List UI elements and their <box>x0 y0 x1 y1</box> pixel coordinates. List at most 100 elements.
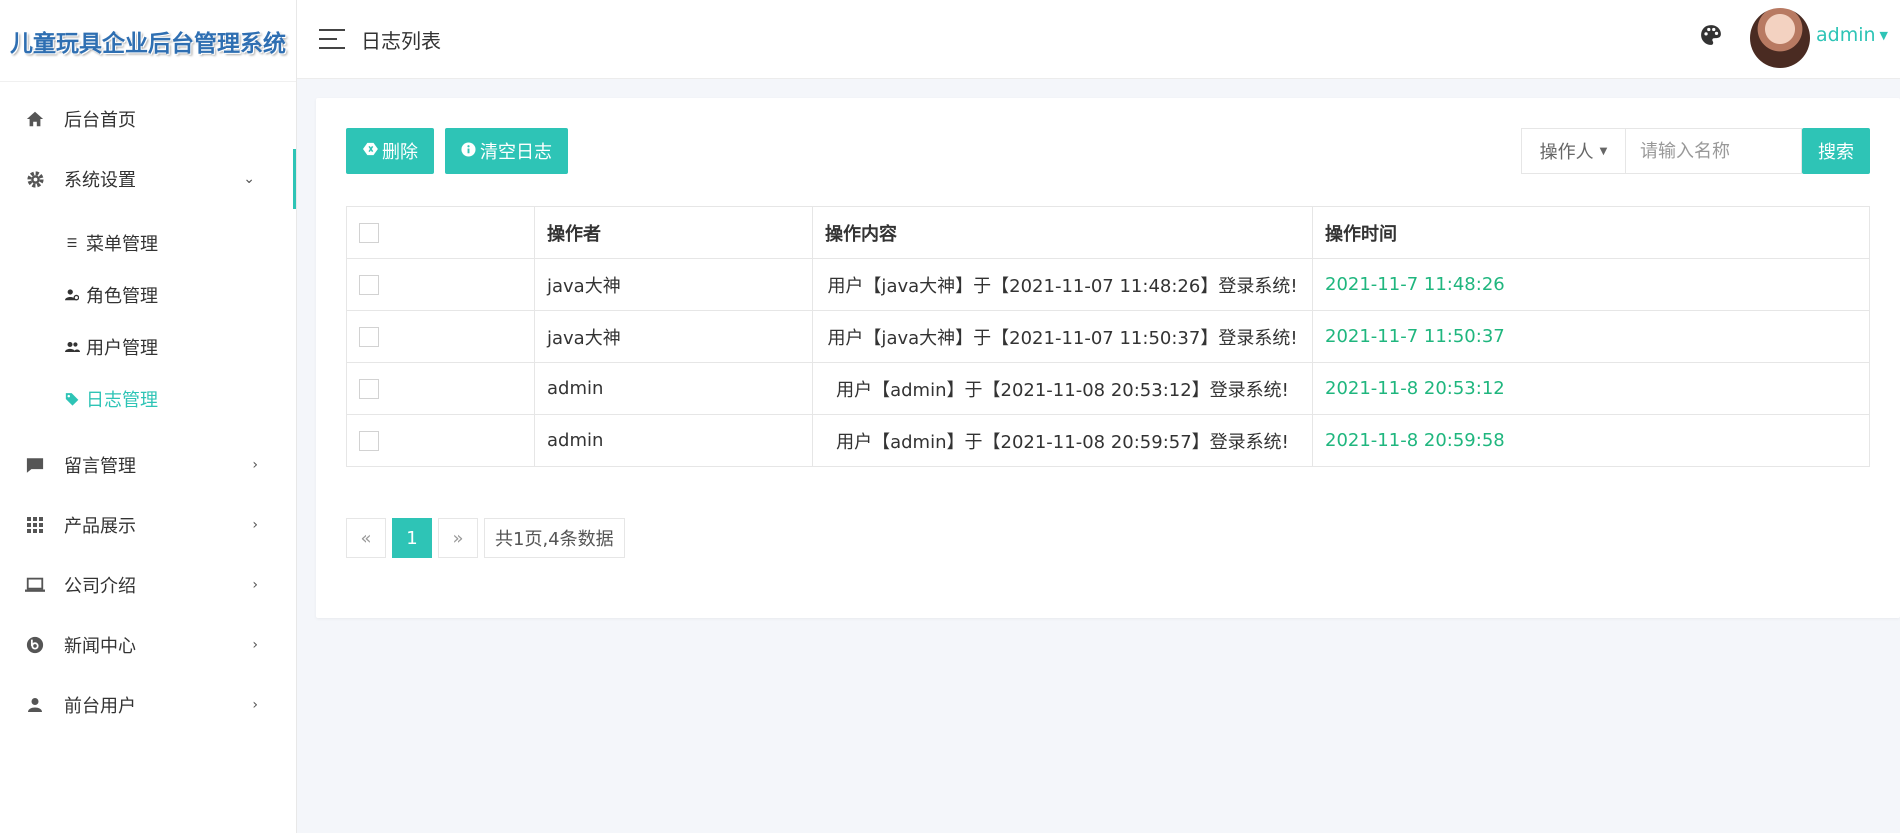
select-all-cell <box>346 206 535 259</box>
sidebar-item-label: 日志管理 <box>86 390 158 411</box>
content-cell: 用户【admin】于【2021-11-08 20:59:57】登录系统! <box>812 414 1313 467</box>
sidebar-item-messages[interactable]: 留言管理 › <box>0 435 296 495</box>
sidebar-item-label: 公司介绍 <box>64 576 136 597</box>
top-header: 日志列表 admin ▼ <box>297 0 1900 79</box>
sidebar-item-front-users[interactable]: 前台用户 › <box>0 675 296 735</box>
operator-cell: admin <box>534 414 813 467</box>
list-icon: ☰ <box>66 236 78 250</box>
palette-icon[interactable] <box>1700 24 1722 52</box>
time-cell: 2021-11-8 20:53:12 <box>1312 362 1870 415</box>
next-page-button[interactable]: » <box>438 518 478 558</box>
chevron-right-icon: › <box>252 577 258 593</box>
row-select-cell <box>346 362 535 415</box>
search-input[interactable] <box>1625 128 1802 174</box>
sidebar-item-system-settings[interactable]: 系统设置 ⌄ <box>0 149 296 209</box>
beats-icon <box>24 634 46 656</box>
prev-page-button[interactable]: « <box>346 518 386 558</box>
caret-down-icon: ▼ <box>1599 145 1608 157</box>
home-icon <box>24 108 46 130</box>
sidebar-item-label: 系统设置 <box>64 170 136 191</box>
grid-icon <box>24 514 46 536</box>
table-row: java大神 用户【java大神】于【2021-11-07 11:48:26】登… <box>346 258 1870 311</box>
row-checkbox[interactable] <box>359 431 379 451</box>
chevron-right-icon: › <box>252 457 258 473</box>
row-select-cell <box>346 414 535 467</box>
users-icon <box>64 340 80 354</box>
search-field-select[interactable]: 操作人 ▼ <box>1521 128 1625 174</box>
clear-log-button[interactable]: 清空日志 <box>445 128 568 174</box>
row-checkbox[interactable] <box>359 379 379 399</box>
menu-toggle-icon[interactable] <box>319 29 345 49</box>
row-select-cell <box>346 310 535 363</box>
sidebar-item-role-management[interactable]: 角色管理 <box>0 269 296 321</box>
search-field-label: 操作人 <box>1539 142 1594 163</box>
sidebar-item-products[interactable]: 产品展示 › <box>0 495 296 555</box>
sidebar-item-label: 新闻中心 <box>64 636 136 657</box>
operator-cell: java大神 <box>534 310 813 363</box>
operator-cell: java大神 <box>534 258 813 311</box>
column-header-content: 操作内容 <box>812 206 1313 259</box>
log-table: 操作者 操作内容 操作时间 java大神 用户【java大神】于【2021-11… <box>346 206 1870 467</box>
app-title: 儿童玩具企业后台管理系统 <box>10 29 286 57</box>
pagination: « 1 » 共1页,4条数据 <box>346 518 625 558</box>
laptop-icon <box>24 574 46 596</box>
page-title: 日志列表 <box>361 28 441 53</box>
sidebar-item-label: 菜单管理 <box>86 234 158 255</box>
column-header-time: 操作时间 <box>1312 206 1870 259</box>
sidebar-item-log-management[interactable]: 日志管理 <box>0 373 296 425</box>
time-cell: 2021-11-7 11:50:37 <box>1312 310 1870 363</box>
sidebar-menu: 后台首页 系统设置 ⌄ <box>0 82 296 209</box>
user-menu[interactable]: admin ▼ <box>1816 24 1888 46</box>
user-icon <box>24 694 46 716</box>
sidebar-item-company[interactable]: 公司介绍 › <box>0 555 296 615</box>
chevron-right-icon: › <box>252 517 258 533</box>
table-header-row: 操作者 操作内容 操作时间 <box>346 206 1870 259</box>
table-row: java大神 用户【java大神】于【2021-11-07 11:50:37】登… <box>346 310 1870 363</box>
logo[interactable]: 儿童玩具企业后台管理系统 <box>0 0 296 82</box>
toolbar: 删除 清空日志 <box>346 128 568 174</box>
sidebar-item-label: 产品展示 <box>64 516 136 537</box>
table-row: admin 用户【admin】于【2021-11-08 20:53:12】登录系… <box>346 362 1870 415</box>
time-cell: 2021-11-7 11:48:26 <box>1312 258 1870 311</box>
delete-button[interactable]: 删除 <box>346 128 434 174</box>
time-cell: 2021-11-8 20:59:58 <box>1312 414 1870 467</box>
sidebar-item-user-management[interactable]: 用户管理 <box>0 321 296 373</box>
content-cell: 用户【java大神】于【2021-11-07 11:50:37】登录系统! <box>812 310 1313 363</box>
row-checkbox[interactable] <box>359 275 379 295</box>
chevron-right-icon: › <box>252 637 258 653</box>
row-checkbox[interactable] <box>359 327 379 347</box>
sidebar-menu-lower: 留言管理 › 产品展示 › 公司介绍 › 新闻中心 › 前台用户 › <box>0 435 296 735</box>
table-row: admin 用户【admin】于【2021-11-08 20:59:57】登录系… <box>346 414 1870 467</box>
info-circle-icon <box>461 141 476 161</box>
select-all-checkbox[interactable] <box>359 223 379 243</box>
sidebar-item-label: 留言管理 <box>64 456 136 477</box>
content-cell: 用户【java大神】于【2021-11-07 11:48:26】登录系统! <box>812 258 1313 311</box>
chevron-right-icon: › <box>252 697 258 713</box>
username: admin <box>1815 24 1876 46</box>
chevron-down-icon: ⌄ <box>243 171 255 187</box>
tags-icon <box>64 392 80 406</box>
log-list-card: 删除 清空日志 操作人 ▼ 搜索 操作者 操作内容 操作时间 java大神 <box>316 98 1900 618</box>
page-1-button[interactable]: 1 <box>392 518 432 558</box>
clear-log-button-label: 清空日志 <box>480 142 552 163</box>
caret-down-icon: ▼ <box>1879 29 1888 42</box>
delete-button-label: 删除 <box>382 142 418 163</box>
row-select-cell <box>346 258 535 311</box>
avatar[interactable] <box>1750 8 1810 68</box>
sidebar-item-home[interactable]: 后台首页 <box>0 89 296 149</box>
pagination-info: 共1页,4条数据 <box>484 518 625 558</box>
column-header-operator: 操作者 <box>534 206 813 259</box>
comment-icon <box>24 454 46 476</box>
sidebar-item-label: 用户管理 <box>86 338 158 359</box>
sidebar-item-news[interactable]: 新闻中心 › <box>0 615 296 675</box>
user-cog-icon <box>64 288 80 302</box>
search-button[interactable]: 搜索 <box>1802 128 1870 174</box>
sidebar-item-menu-management[interactable]: ☰ 菜单管理 <box>0 217 296 269</box>
operator-cell: admin <box>534 362 813 415</box>
sidebar-item-label: 后台首页 <box>64 110 136 131</box>
sidebar-item-label: 前台用户 <box>64 696 136 717</box>
system-settings-submenu: ☰ 菜单管理 角色管理 用户管理 日志管理 <box>0 209 296 435</box>
gear-icon <box>24 168 46 190</box>
sidebar: 儿童玩具企业后台管理系统 后台首页 系统设置 ⌄ ☰ 菜单管理 角色管理 用户管… <box>0 0 297 833</box>
search-bar: 操作人 ▼ 搜索 <box>1521 128 1870 174</box>
